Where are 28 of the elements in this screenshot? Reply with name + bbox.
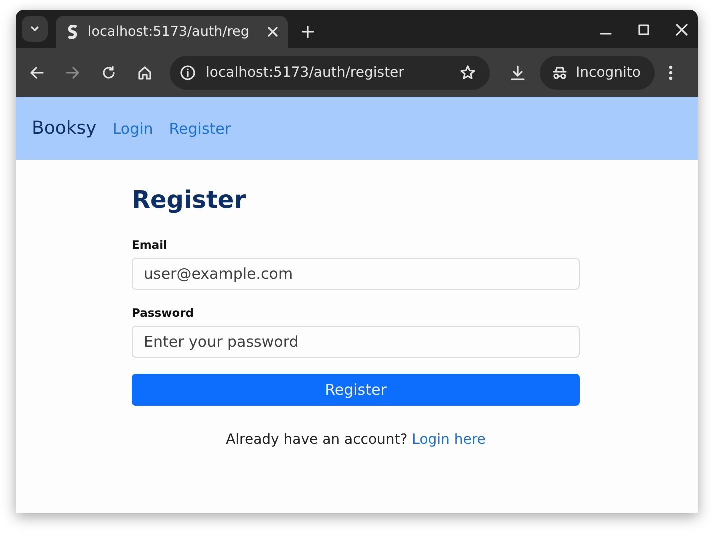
brand-link[interactable]: Booksy [32, 118, 97, 139]
plus-icon[interactable] [302, 26, 314, 38]
url-text: localhost:5173/auth/register [206, 64, 404, 80]
download-icon[interactable] [510, 64, 526, 80]
account-prompt: Already have an account? Login here [225, 432, 487, 448]
more-icon[interactable] [668, 64, 673, 80]
maximize-icon[interactable] [638, 24, 650, 36]
info-icon[interactable] [180, 64, 196, 80]
field-label: Email [132, 238, 168, 252]
field-label: Password [132, 306, 195, 320]
register-button[interactable]: Register [132, 374, 580, 406]
input-field[interactable]: Enter your password [132, 326, 580, 358]
tab-title: localhost:5173/auth/reg [88, 24, 250, 40]
address-bar[interactable]: localhost:5173/auth/register [170, 56, 490, 90]
reload-icon[interactable] [102, 66, 116, 80]
back-arrow-icon[interactable] [30, 66, 44, 80]
incognito-icon [552, 66, 568, 80]
star-icon[interactable] [460, 64, 476, 80]
close-icon[interactable] [676, 24, 688, 36]
close-icon[interactable] [268, 27, 278, 37]
home-icon[interactable] [138, 66, 152, 80]
page-icon [66, 25, 80, 39]
login-link[interactable]: Login here [412, 432, 486, 448]
browser-tab[interactable]: localhost:5173/auth/reg [56, 16, 288, 48]
input-field[interactable]: user@example.com [132, 258, 580, 290]
page-heading: Register [132, 186, 248, 214]
forward-arrow-icon[interactable] [66, 66, 80, 80]
profile-button[interactable]: Incognito [540, 56, 655, 90]
